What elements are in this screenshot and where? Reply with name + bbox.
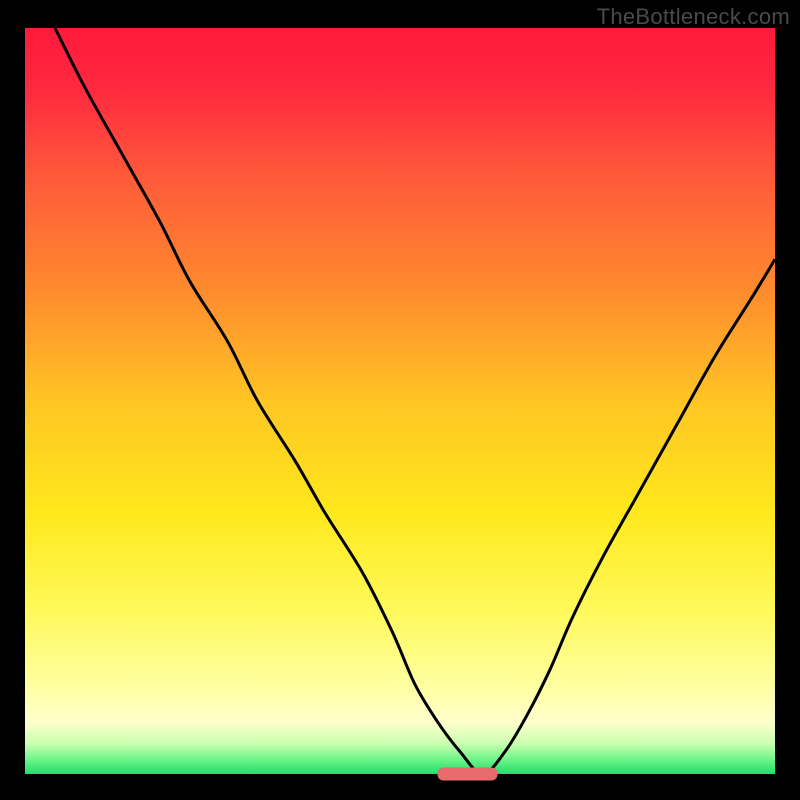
- bottleneck-chart: [0, 0, 800, 800]
- watermark-text: TheBottleneck.com: [597, 4, 790, 30]
- chart-plot-area: [25, 28, 775, 774]
- optimal-marker: [438, 768, 498, 781]
